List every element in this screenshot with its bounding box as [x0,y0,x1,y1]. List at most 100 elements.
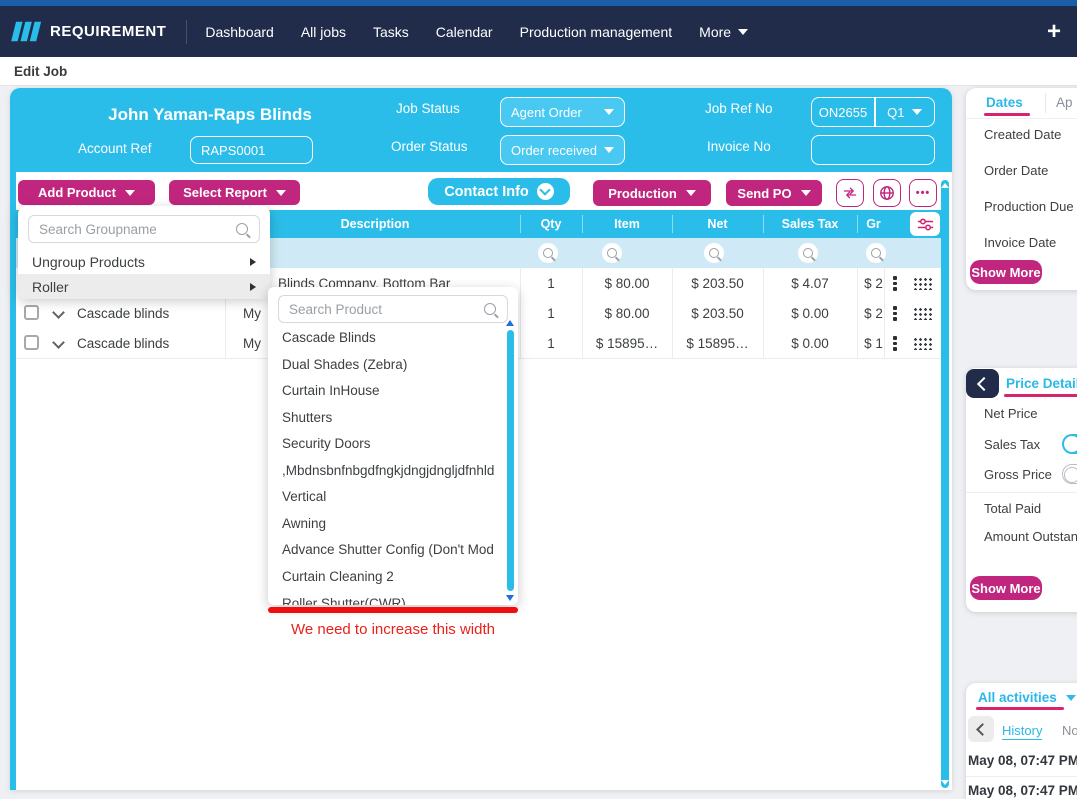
scroll-up-icon[interactable] [941,183,949,188]
production-button[interactable]: Production [593,180,711,206]
col-qty[interactable]: Qty [520,210,582,238]
row-menu-button[interactable] [893,276,897,291]
order-status-select[interactable]: Order received [500,135,625,165]
tab-appointments[interactable]: Ap [1056,95,1073,110]
product-option[interactable]: Awning [282,510,494,536]
nav-more[interactable]: More [699,24,748,40]
row-menu-button[interactable] [893,306,897,321]
row-checkbox[interactable] [24,305,39,320]
item-filter-search[interactable] [602,243,622,263]
breadcrumb-bar: Edit Job [0,57,1077,86]
nav-all-jobs[interactable]: All jobs [301,24,346,40]
dates-show-more-button[interactable]: Show More [970,260,1042,284]
order-status-value: Order received [511,143,597,158]
row-drag-handle-icon[interactable] [913,337,932,350]
row-drag-handle-icon[interactable] [913,277,932,290]
group-search-input[interactable] [28,215,260,243]
product-option[interactable]: Shutters [282,404,494,430]
send-po-label: Send PO [737,186,791,201]
price-details-panel: Price Details Net Price Sales Tax Gross … [966,368,1077,612]
product-search-input[interactable] [278,295,508,323]
column-settings-button[interactable] [910,212,940,236]
nav-calendar[interactable]: Calendar [436,24,493,40]
row-expand-chevron-icon[interactable] [52,336,65,349]
sales-tax-filter-search[interactable] [798,243,818,263]
product-option[interactable]: Curtain Cleaning 2 [282,563,494,589]
nav-production-management[interactable]: Production management [520,24,673,40]
menu-item-roller[interactable]: Roller [18,274,270,299]
add-new-button[interactable]: + [1047,20,1061,44]
contact-info-button[interactable]: Contact Info [428,178,570,205]
row-net: $ 203.50 [672,298,763,328]
select-report-button[interactable]: Select Report [169,180,300,205]
col-gross[interactable]: Gr [857,210,890,238]
sales-tax-toggle[interactable] [1062,434,1077,454]
product-option[interactable]: Vertical [282,483,494,509]
page-title: Edit Job [14,64,67,79]
col-description[interactable]: Description [280,210,470,238]
product-option[interactable]: Roller Shutter(CWR) [282,590,494,605]
nav-dashboard-label: Dashboard [205,24,274,40]
tab-history[interactable]: History [1002,723,1042,740]
nav-divider [186,20,187,44]
tab-dates[interactable]: Dates [986,95,1023,110]
activities-back-button[interactable] [968,716,994,742]
ellipsis-icon: ••• [916,187,931,199]
product-menu-scrollbar[interactable] [506,320,515,601]
order-status-label: Order Status [391,139,468,154]
brand-logo-icon [10,19,42,45]
nav-tasks[interactable]: Tasks [373,24,409,40]
product-option[interactable]: Curtain InHouse [282,377,494,403]
search-icon [709,248,719,258]
more-actions-button[interactable]: ••• [909,179,937,207]
send-po-button[interactable]: Send PO [726,180,822,206]
search-icon [803,248,813,258]
row-expand-chevron-icon[interactable] [52,306,65,319]
row-menu-button[interactable] [893,336,897,351]
job-status-value: Agent Order [511,105,582,120]
sync-button[interactable] [836,179,864,207]
account-ref-field[interactable] [190,136,313,164]
row-gross: $ 1 [857,328,890,358]
col-sales-tax[interactable]: Sales Tax [763,210,857,238]
product-option[interactable]: Security Doors [282,430,494,456]
collapse-panel-button[interactable] [966,369,999,398]
product-option[interactable]: Cascade Blinds [282,324,494,350]
gross-filter-search[interactable] [866,243,886,263]
job-status-select[interactable]: Agent Order [500,97,625,127]
table-scrollbar[interactable] [941,180,949,788]
row-gross: $ 2 [857,268,890,298]
chevron-down-icon[interactable] [1066,695,1076,701]
invoice-no-field[interactable] [811,135,935,165]
qty-filter-search[interactable] [538,243,558,263]
job-ref-box: ON2655 Q1 [811,97,935,127]
product-option[interactable]: Dual Shades (Zebra) [282,351,494,377]
net-filter-search[interactable] [704,243,724,263]
sliders-icon [917,217,934,232]
chevron-down-icon [686,190,696,196]
page: REQUIREMENT Dashboard All jobs Tasks Cal… [0,0,1077,799]
activities-filter-select[interactable]: All activities [978,690,1057,705]
nav-production-management-label: Production management [520,24,673,40]
row-checkbox[interactable] [24,335,39,350]
add-product-button[interactable]: Add Product [18,180,155,205]
account-ref-label: Account Ref [78,141,152,156]
dates-item: Production Due Dat [984,199,1077,214]
col-item[interactable]: Item [582,210,672,238]
scroll-down-icon[interactable] [941,780,949,785]
globe-button[interactable] [873,179,901,207]
col-net[interactable]: Net [672,210,763,238]
scroll-up-icon[interactable] [506,320,514,326]
product-option[interactable]: Advance Shutter Config (Don't Modif… [282,536,494,562]
scroll-thumb[interactable] [507,330,514,591]
gross-price-toggle[interactable] [1062,464,1077,484]
row-drag-handle-icon[interactable] [913,307,932,320]
tab-notes[interactable]: No [1062,723,1077,738]
job-ref-quarter-select[interactable]: Q1 [876,98,935,126]
menu-item-ungroup-products[interactable]: Ungroup Products [18,249,270,274]
row-net: $ 15895… [672,328,763,358]
product-option[interactable]: ,Mbdnsbnfnbgdfngkjdngjdngljdfnhld… [282,457,494,483]
scroll-down-icon[interactable] [506,595,514,601]
price-show-more-button[interactable]: Show More [970,576,1042,600]
nav-dashboard[interactable]: Dashboard [205,24,274,40]
